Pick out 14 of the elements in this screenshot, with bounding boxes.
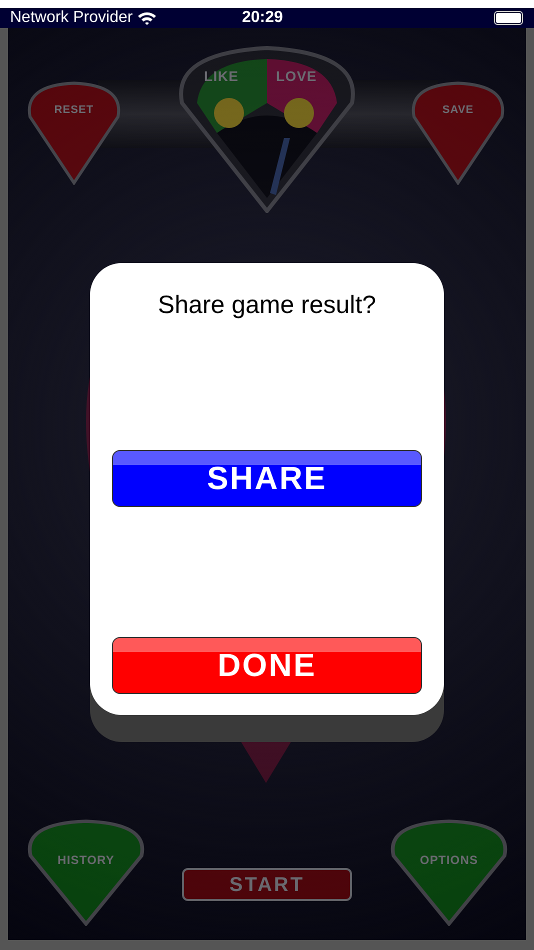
share-button[interactable]: SHARE [112,450,422,506]
clock-time: 20:29 [242,10,283,26]
shield-button[interactable]: HISTORY [36,850,136,870]
battery-icon [494,11,524,25]
carrier-name: Network Provider [10,10,133,26]
shield-button[interactable]: SAVE [428,100,488,120]
shield-button[interactable]: OPTIONS [399,850,499,870]
start-button[interactable]: START [182,868,352,901]
meter-label: LOVE [276,67,317,86]
wifi-icon [136,10,157,26]
dialog-title: Share game result? [158,290,376,321]
shield-button[interactable]: RESET [44,100,104,120]
meter-label: LIKE [204,67,239,86]
done-button[interactable]: DONE [112,636,422,694]
